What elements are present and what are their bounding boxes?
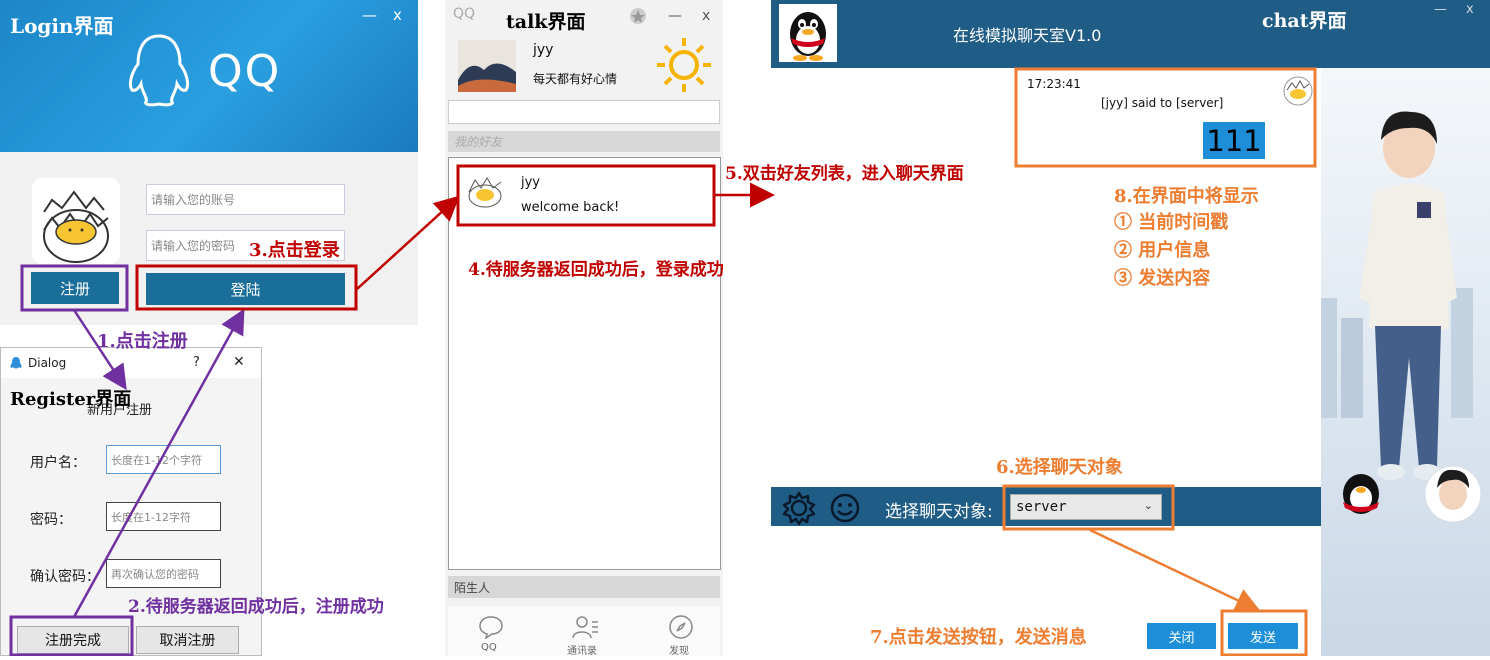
annotation-step8-title: 8.在界面中将显示 — [1114, 186, 1259, 207]
friend-item-highlight — [456, 164, 716, 227]
annotation-step5: 5.双击好友列表，进入聊天界面 — [725, 164, 964, 184]
register-done-highlight — [9, 615, 134, 656]
annotation-step3: 3.点击登录 — [249, 240, 340, 261]
annotation-overlay — [9, 67, 1317, 656]
annotation-step4: 4.待服务器返回成功后，登录成功 — [468, 260, 724, 280]
annotation-step1: 1.点击注册 — [97, 331, 188, 352]
annotation-step8-item: ① 当前时间戳 — [1114, 212, 1229, 233]
arrow-login-to-talk — [356, 195, 460, 290]
register-button-highlight — [20, 264, 129, 312]
message-highlight — [1014, 67, 1317, 168]
arrow-select-to-send — [1089, 528, 1261, 612]
annotation-step6: 6.选择聊天对象 — [996, 457, 1123, 478]
login-button-highlight — [135, 264, 358, 311]
annotation-step2: 2.待服务器返回成功后，注册成功 — [128, 597, 384, 617]
target-select-highlight — [1002, 484, 1175, 531]
annotation-step8-item: ② 用户信息 — [1114, 240, 1211, 261]
arrow-dialog-to-login — [72, 308, 245, 618]
annotation-step7: 7.点击发送按钮，发送消息 — [870, 627, 1087, 648]
annotation-step8-item: ③ 发送内容 — [1114, 268, 1211, 289]
send-button-highlight — [1220, 609, 1308, 656]
